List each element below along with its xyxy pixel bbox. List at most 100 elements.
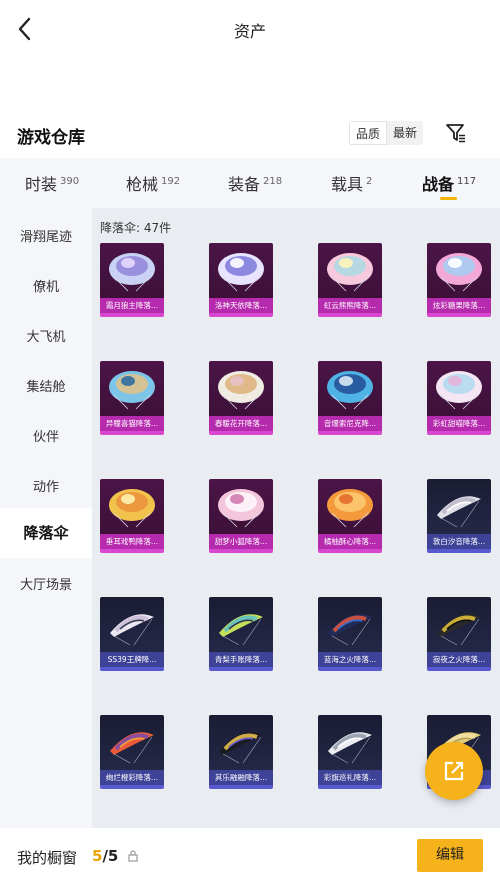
parachute-artwork: [327, 489, 373, 528]
tab-label: 载具: [331, 175, 364, 194]
parachute-name: 炫彩糖果降落...: [427, 298, 491, 313]
tab-count: 2: [366, 176, 373, 187]
showcase-current: 5: [92, 847, 103, 865]
parachute-card[interactable]: 橘柚酥心降落...: [318, 479, 382, 553]
parachute-artwork: [436, 253, 482, 292]
parachute-name: 音爆索尼克降...: [318, 416, 382, 431]
item-count-label: 降落伞: 47件: [100, 221, 172, 235]
parachute-name: 青梨手账降落...: [209, 652, 273, 667]
showcase-label: 我的橱窗: [17, 849, 78, 867]
page-title: 资产: [233, 22, 266, 41]
parachute-name: 绚烂橙彩降落...: [100, 770, 164, 785]
parachute-card[interactable]: 音爆索尼克降...: [318, 361, 382, 435]
sidebar-item-big-plane[interactable]: 大飞机: [0, 326, 92, 345]
parachute-card[interactable]: 炫彩糖果降落...: [427, 243, 491, 317]
filter-icon: [446, 124, 465, 143]
parachute-card[interactable]: 甜梦小狐降落...: [209, 479, 273, 553]
parachute-name: 霜月狼主降落...: [100, 298, 164, 313]
parachute-card[interactable]: 敦白汐音降落...: [427, 479, 491, 553]
sidebar-item-lobby-scene[interactable]: 大厅场景: [0, 574, 92, 593]
parachute-artwork: [109, 253, 155, 292]
parachute-artwork: [437, 614, 481, 646]
tab-fashion[interactable]: 时装 390: [25, 171, 79, 195]
lock-icon: [128, 850, 138, 862]
parachute-card[interactable]: 青梨手账降落...: [209, 597, 273, 671]
sidebar-item-wingman[interactable]: 僚机: [0, 276, 92, 295]
sort-option-latest[interactable]: 最新: [387, 121, 423, 145]
sidebar-item-rally-pod[interactable]: 集结舱: [0, 376, 92, 395]
parachute-card[interactable]: 绚烂橙彩降落...: [100, 715, 164, 789]
parachute-card[interactable]: 其乐融融降落...: [209, 715, 273, 789]
warehouse-header: 游戏仓库 品质 最新: [0, 118, 500, 154]
parachute-artwork: [218, 371, 264, 410]
warehouse-title: 游戏仓库: [17, 128, 85, 148]
share-button[interactable]: [425, 742, 483, 800]
parachute-card[interactable]: 垂耳戏鸭降落...: [100, 479, 164, 553]
parachute-card[interactable]: 虹云熊熊降落...: [318, 243, 382, 317]
parachute-name: 橘柚酥心降落...: [318, 534, 382, 549]
sidebar-item-parachute[interactable]: 降落伞: [0, 508, 92, 558]
sidebar-item-emote[interactable]: 动作: [0, 476, 92, 495]
parachute-name: 异瞳喜猫降落...: [100, 416, 164, 431]
tab-count: 192: [161, 176, 181, 187]
parachute-name: 洛神天依降落...: [209, 298, 273, 313]
parachute-artwork: [219, 732, 263, 764]
tab-vehicles[interactable]: 载具 2: [331, 171, 372, 195]
parachute-card[interactable]: 洛神天依降落...: [209, 243, 273, 317]
tab-equipment[interactable]: 装备 218: [228, 171, 282, 195]
filter-button[interactable]: [444, 121, 468, 145]
parachute-name: 寂夜之火降落...: [427, 652, 491, 667]
tab-label: 枪械: [126, 175, 159, 194]
parachute-artwork: [110, 732, 154, 764]
parachute-card[interactable]: 蓝海之火降落...: [318, 597, 382, 671]
parachute-artwork: [327, 371, 373, 410]
active-tab-indicator: [440, 197, 457, 200]
tab-count: 218: [263, 176, 283, 187]
parachute-name: 敦白汐音降落...: [427, 534, 491, 549]
parachute-artwork: [109, 489, 155, 528]
parachute-artwork: [219, 614, 263, 646]
parachute-card[interactable]: 霜月狼主降落...: [100, 243, 164, 317]
parachute-artwork: [328, 732, 372, 764]
showcase-count: 5/5: [92, 847, 118, 865]
parachute-card[interactable]: 彩旗巡礼降落...: [318, 715, 382, 789]
parachute-artwork: [436, 371, 482, 410]
tab-label: 战备: [422, 175, 455, 194]
sort-toggle: 品质 最新: [349, 121, 424, 145]
parachute-artwork: [437, 496, 481, 528]
parachute-name: 彩虹甜喵降落...: [427, 416, 491, 431]
parachute-name: 彩旗巡礼降落...: [318, 770, 382, 785]
parachute-artwork: [218, 253, 264, 292]
parachute-name: 甜梦小狐降落...: [209, 534, 273, 549]
parachute-grid: 降落伞: 47件 霜月狼主降落... 洛神天依降落... 虹云熊熊降落... 炫彩糖果…: [92, 208, 500, 828]
tab-label: 时装: [25, 175, 58, 194]
tab-combat-gear[interactable]: 战备 117: [422, 171, 476, 195]
showcase-total: /5: [102, 847, 119, 865]
parachute-card[interactable]: 春暖花开降落...: [209, 361, 273, 435]
parachute-name: 蓝海之火降落...: [318, 652, 382, 667]
tab-count: 390: [60, 176, 80, 187]
edit-button[interactable]: 编辑: [417, 839, 483, 872]
parachute-card[interactable]: SS39王牌降...: [100, 597, 164, 671]
sidebar-item-glide-trail[interactable]: 滑翔尾迹: [0, 226, 92, 245]
sort-option-quality[interactable]: 品质: [349, 121, 388, 145]
category-tabs: 时装 390 枪械 192 装备 218 载具 2 战备 117: [0, 158, 500, 208]
parachute-artwork: [109, 371, 155, 410]
parachute-name: 其乐融融降落...: [209, 770, 273, 785]
parachute-artwork: [218, 489, 264, 528]
parachute-artwork: [328, 614, 372, 646]
showcase-bar: 我的橱窗 5/5 编辑: [0, 828, 500, 885]
parachute-card[interactable]: 彩虹甜喵降落...: [427, 361, 491, 435]
parachute-name: SS39王牌降...: [100, 652, 164, 667]
tab-firearms[interactable]: 枪械 192: [126, 171, 180, 195]
subcategory-sidebar: 滑翔尾迹 僚机 大飞机 集结舱 伙伴 动作 降落伞 大厅场景: [0, 208, 92, 828]
top-bar: 资产: [0, 0, 500, 58]
parachute-card[interactable]: 寂夜之火降落...: [427, 597, 491, 671]
parachute-name: 虹云熊熊降落...: [318, 298, 382, 313]
share-icon: [444, 761, 464, 781]
parachute-card[interactable]: 异瞳喜猫降落...: [100, 361, 164, 435]
tab-label: 装备: [228, 175, 261, 194]
parachute-artwork: [110, 614, 154, 646]
sidebar-item-partner[interactable]: 伙伴: [0, 426, 92, 445]
parachute-name: 垂耳戏鸭降落...: [100, 534, 164, 549]
